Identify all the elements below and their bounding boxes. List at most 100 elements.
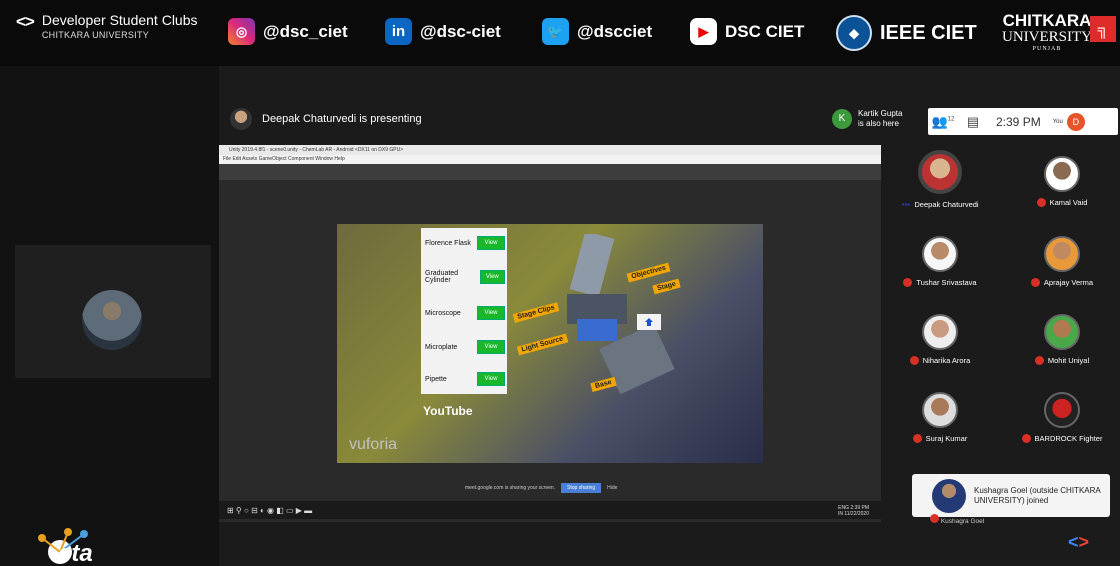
presenter-avatar <box>230 108 252 130</box>
twitter-label: @dscciet <box>577 21 653 41</box>
participant-avatar <box>918 150 962 194</box>
linkedin-icon: in <box>385 18 412 45</box>
unity-toolbar <box>219 164 881 180</box>
twitter-icon: 🐦 <box>542 18 569 45</box>
speaking-icon: ▪▪▪ <box>901 200 911 209</box>
tray-date: IN 11/22/2020 <box>837 511 869 517</box>
people-count: 12 <box>947 116 955 123</box>
you-label: You <box>1052 118 1063 125</box>
view-button[interactable]: View <box>477 306 505 320</box>
sharing-notice: meet.google.com is sharing your screen. … <box>465 483 617 493</box>
instagram-icon: ◎ <box>228 18 255 45</box>
chitkara-logo: CHITKARA UNIVERSITY PUNJAB <box>1002 12 1092 54</box>
participant-tile[interactable]: Tushar Srivastava <box>880 236 1000 287</box>
participant-avatar <box>922 392 958 428</box>
sharing-notice-text: meet.google.com is sharing your screen. <box>465 485 556 491</box>
lab-item: Pipette View <box>425 368 505 390</box>
view-button[interactable]: View <box>477 236 505 250</box>
participant-name-partial: Kushagra Goel <box>930 514 984 525</box>
participant-name: BARDROCK Fighter <box>1034 434 1103 443</box>
participant-tile[interactable]: Niharika Arora <box>880 314 1000 365</box>
instagram-label: @dsc_ciet <box>263 21 348 41</box>
lab-item-name: Pipette <box>425 375 447 383</box>
hide-button[interactable]: Hide <box>607 485 617 491</box>
participant-tile[interactable]: ▪▪▪ Deepak Chaturvedi <box>880 150 1000 209</box>
dsc-title: Developer Student Clubs <box>41 12 198 28</box>
dsc-logo: <> Developer Student Clubs CHITKARA UNIV… <box>16 12 198 42</box>
self-avatar[interactable]: D <box>1066 112 1085 131</box>
speaker-avatar <box>82 290 142 350</box>
mic-off-icon <box>1021 434 1031 443</box>
unity-menu-bar: File Edit Assets GameObject Component Wi… <box>219 155 881 164</box>
people-button[interactable]: 👥12 <box>928 114 958 130</box>
youtube-overlay: YouTube <box>423 404 473 418</box>
vuforia-watermark: vuforia <box>349 436 398 453</box>
shared-screen: Unity 2019.4.8f1 - scene0.unity - ChemLa… <box>219 145 881 522</box>
microscope-model-icon <box>567 234 675 394</box>
dsc-brackets-icon: <> <box>16 12 35 31</box>
mic-off-icon <box>912 434 922 443</box>
mic-off-icon <box>909 356 919 365</box>
instagram-handle: ◎ @dsc_ciet <box>228 18 348 45</box>
also-here-chip[interactable]: K Kartik Gupta is also here <box>832 109 902 129</box>
notification-avatar <box>932 478 966 513</box>
also-here-note: is also here <box>858 119 899 128</box>
unity-window-title: Unity 2019.4.8f1 - scene0.unity - ChemLa… <box>219 145 881 155</box>
presenter-bar: Deepak Chaturvedi is presenting <box>230 108 422 130</box>
view-button[interactable]: View <box>479 270 505 284</box>
youtube-handle: ▶ DSC CIET <box>690 18 804 45</box>
cta-text: cta <box>58 540 93 566</box>
stop-sharing-button[interactable]: Stop sharing <box>561 483 602 493</box>
participant-name: Deepak Chaturvedi <box>914 200 979 209</box>
ieee-label: IEEE CIET <box>880 21 977 44</box>
lab-item-name: Florence Flask <box>425 239 471 247</box>
participant-name: Aprajay Verma <box>1043 278 1094 287</box>
participant-name: Kamal Vaid <box>1049 198 1088 207</box>
youtube-icon: ▶ <box>690 18 717 45</box>
lab-item: Florence Flask View <box>425 232 505 254</box>
also-here-name: Kartik Gupta <box>858 109 903 118</box>
lab-equipment-list: Florence Flask View Graduated Cylinder V… <box>421 228 507 394</box>
participant-tile[interactable]: Aprajay Verma <box>1002 236 1120 287</box>
mic-off-icon <box>1034 356 1044 365</box>
windows-taskbar: ⊞ ⚲ ○ ⊟ ◐ ◉ ◧ ▭ ▶ ▬ <box>219 501 881 519</box>
participant-name: Kushagra Goel <box>940 518 985 525</box>
lab-item-name: Microscope <box>425 309 461 317</box>
participant-tile[interactable]: BARDROCK Fighter <box>1002 392 1120 443</box>
chitkara-line1: CHITKARA <box>1002 11 1092 30</box>
participant-tile[interactable]: Mohit Uniyal <box>1002 314 1120 365</box>
event-banner: <> Developer Student Clubs CHITKARA UNIV… <box>0 0 1120 66</box>
lab-item: Microplate View <box>425 336 505 358</box>
youtube-label: DSC CIET <box>725 21 805 41</box>
participant-avatar <box>1044 236 1080 272</box>
participant-initial-badge: K <box>832 109 852 129</box>
participant-tile[interactable]: Kamal Vaid <box>1002 156 1120 207</box>
participant-avatar <box>922 236 958 272</box>
chitkara-line3: PUNJAB <box>1032 46 1062 52</box>
participant-name: Niharika Arora <box>922 356 971 365</box>
screenshot-frame: <> Developer Student Clubs CHITKARA UNIV… <box>0 0 1120 566</box>
join-notification: Kushagra Goel (outside CHITKARA UNIVERSI… <box>912 474 1110 517</box>
mic-off-icon <box>903 278 913 287</box>
ieee-logo-icon: ⬥ <box>836 15 872 51</box>
chat-icon: ▤ <box>966 113 980 129</box>
system-tray: ENG 2:39 PM IN 11/22/2020 <box>838 505 869 517</box>
taskbar-icons[interactable]: ⊞ ⚲ ○ ⊟ ◐ ◉ ◧ ▭ ▶ ▬ <box>227 506 312 515</box>
chitkara-line2: UNIVERSITY <box>1002 29 1092 45</box>
linkedin-handle: in @dsc-ciet <box>385 18 501 45</box>
lab-item: Microscope View <box>425 302 505 324</box>
view-button[interactable]: View <box>477 340 505 354</box>
participant-name: Suraj Kumar <box>925 434 968 443</box>
twitter-handle: 🐦 @dscciet <box>542 18 652 45</box>
lab-item: Graduated Cylinder View <box>425 266 505 288</box>
participant-avatar <box>922 314 958 350</box>
participant-avatar <box>1044 392 1080 428</box>
meeting-clock: 2:39 PM <box>996 114 1041 129</box>
participant-tile[interactable]: Suraj Kumar <box>880 392 1000 443</box>
participant-name: Tushar Srivastava <box>916 278 977 287</box>
view-button[interactable]: View <box>477 372 505 386</box>
ar-game-view: Florence Flask View Graduated Cylinder V… <box>337 224 763 463</box>
lab-item-name: Graduated Cylinder <box>425 270 459 284</box>
participant-avatar <box>1044 156 1080 192</box>
chat-button[interactable]: ▤ <box>958 114 988 130</box>
